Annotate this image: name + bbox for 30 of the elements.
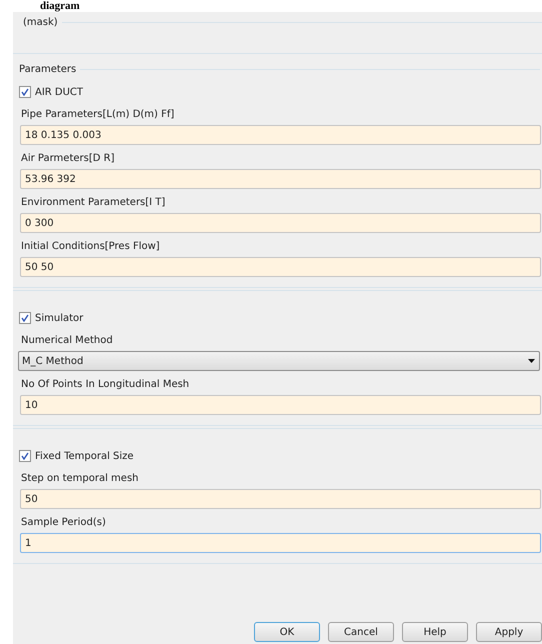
checkbox[interactable]	[19, 86, 31, 98]
field-label: Environment Parameters[I T]	[21, 196, 166, 210]
page-heading: diagram	[39, 0, 81, 12]
checkbox[interactable]	[19, 450, 31, 462]
dialog-button[interactable]: OK	[254, 622, 320, 642]
field-label: Pipe Parameters[L(m) D(m) Ff]	[21, 108, 176, 122]
dropdown-label: Numerical Method	[21, 334, 114, 348]
field-label: No Of Points In Longitudinal Mesh	[21, 378, 190, 392]
group-title: (mask)	[23, 16, 58, 28]
input-field[interactable]: 0 300	[20, 213, 541, 233]
input-field[interactable]: 53.96 392	[20, 169, 541, 189]
input-field[interactable]: 1	[20, 533, 541, 553]
input-field[interactable]: 50	[20, 489, 541, 509]
field-label: Step on temporal mesh	[21, 472, 140, 486]
dialog-button[interactable]: Apply	[476, 622, 542, 642]
field-label: Sample Period(s)	[21, 516, 107, 530]
dialog-button[interactable]: Help	[402, 622, 468, 642]
checkbox-label: Simulator	[35, 312, 84, 324]
caret-icon	[528, 359, 535, 363]
group-title: Parameters	[19, 64, 76, 74]
checkbox[interactable]	[19, 312, 31, 324]
field-label: Initial Conditions[Pres Flow]	[21, 240, 161, 254]
dropdown[interactable]: M_C Method	[18, 351, 540, 371]
checkbox-label: Fixed Temporal Size	[35, 450, 134, 462]
input-field[interactable]: 18 0.135 0.003	[20, 125, 541, 145]
field-label: Air Parmeters[D R]	[21, 152, 116, 166]
input-field[interactable]: 50 50	[20, 257, 541, 277]
input-field[interactable]: 10	[20, 395, 541, 415]
dialog-button[interactable]: Cancel	[328, 622, 394, 642]
checkbox-label: AIR DUCT	[35, 86, 84, 98]
